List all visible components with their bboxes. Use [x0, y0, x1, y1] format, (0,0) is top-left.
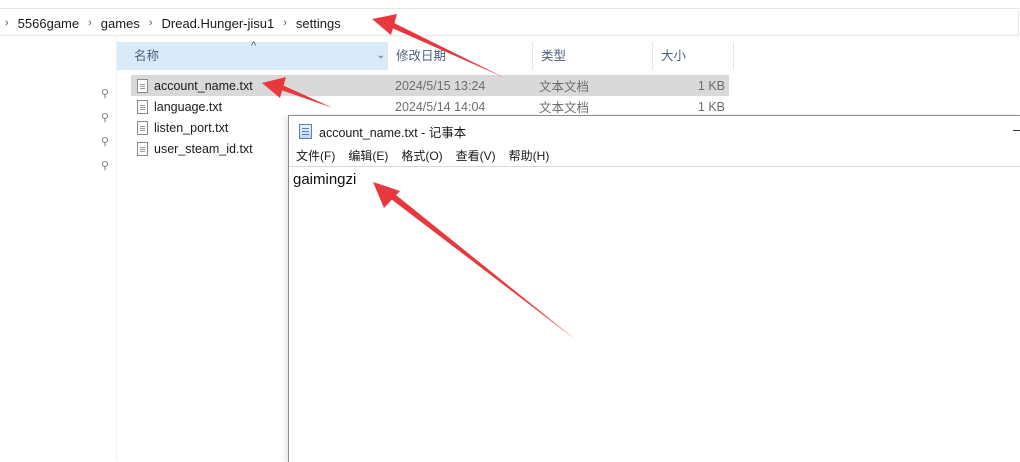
column-name[interactable]: 名称 ^ ⌄: [117, 40, 388, 70]
file-row-account-name[interactable]: account_name.txt 2024/5/15 13:24 文本文档 1 …: [131, 75, 729, 96]
pin-icon[interactable]: ⚲: [99, 136, 111, 148]
chevron-down-icon[interactable]: ⌄: [377, 42, 385, 70]
notepad-content: gaimingzi: [293, 171, 357, 188]
breadcrumb-5566game[interactable]: 5566game: [14, 16, 83, 31]
file-date: 2024/5/14 14:04: [395, 99, 486, 114]
file-size: 1 KB: [697, 99, 725, 114]
column-size-label: 大小: [661, 49, 687, 63]
text-file-icon: [137, 120, 148, 135]
menu-format[interactable]: 格式(O): [394, 147, 448, 166]
chevron-right-icon[interactable]: ›: [278, 17, 292, 29]
chevron-right-icon[interactable]: ›: [0, 17, 14, 29]
column-type[interactable]: 类型: [533, 42, 653, 70]
file-date: 2024/5/15 13:24: [395, 78, 486, 93]
menu-view[interactable]: 查看(V): [449, 147, 502, 166]
file-type: 文本文档: [539, 101, 590, 115]
chevron-right-icon[interactable]: ›: [83, 17, 97, 29]
text-file-icon: [137, 141, 148, 156]
minimize-icon[interactable]: [1013, 130, 1020, 131]
toolbar-divider: [0, 8, 1020, 9]
pin-icon[interactable]: ⚲: [99, 112, 111, 124]
column-date-label: 修改日期: [396, 49, 447, 63]
column-size[interactable]: 大小: [653, 42, 734, 70]
notepad-text-area[interactable]: gaimingzi: [289, 166, 1020, 462]
file-size: 1 KB: [697, 78, 725, 93]
pin-icon[interactable]: ⚲: [99, 160, 111, 172]
column-name-label: 名称: [134, 49, 160, 63]
text-file-icon: [137, 99, 148, 114]
notepad-title: account_name.txt - 记事本: [319, 126, 467, 140]
pin-icon[interactable]: ⚲: [99, 88, 111, 100]
column-type-label: 类型: [541, 49, 567, 63]
address-bar[interactable]: › 5566game › games › Dread.Hunger-jisu1 …: [0, 11, 1019, 36]
breadcrumb-dread-hunger[interactable]: Dread.Hunger-jisu1: [158, 16, 279, 31]
notepad-title-bar[interactable]: account_name.txt - 记事本: [289, 116, 1020, 147]
menu-edit[interactable]: 编辑(E): [341, 147, 394, 166]
navigation-pane: ⚲ ⚲ ⚲ ⚲: [0, 36, 117, 461]
file-row-language[interactable]: language.txt 2024/5/14 14:04 文本文档 1 KB: [131, 96, 729, 117]
sort-ascending-icon: ^: [251, 40, 257, 52]
text-file-icon: [137, 78, 148, 93]
breadcrumb-settings[interactable]: settings: [292, 16, 345, 31]
chevron-right-icon[interactable]: ›: [144, 17, 158, 29]
menu-file[interactable]: 文件(F): [289, 147, 341, 166]
file-name: account_name.txt: [154, 78, 253, 93]
notepad-icon: [299, 124, 312, 139]
column-header: 名称 ^ ⌄ 修改日期 类型 大小: [117, 40, 734, 70]
notepad-menu-bar: 文件(F) 编辑(E) 格式(O) 查看(V) 帮助(H): [289, 147, 555, 166]
column-date[interactable]: 修改日期: [388, 42, 533, 70]
breadcrumb-games[interactable]: games: [97, 16, 144, 31]
file-type: 文本文档: [539, 80, 590, 94]
file-name: language.txt: [154, 99, 223, 114]
notepad-window[interactable]: account_name.txt - 记事本 文件(F) 编辑(E) 格式(O)…: [288, 115, 1020, 462]
menu-help[interactable]: 帮助(H): [502, 147, 556, 166]
